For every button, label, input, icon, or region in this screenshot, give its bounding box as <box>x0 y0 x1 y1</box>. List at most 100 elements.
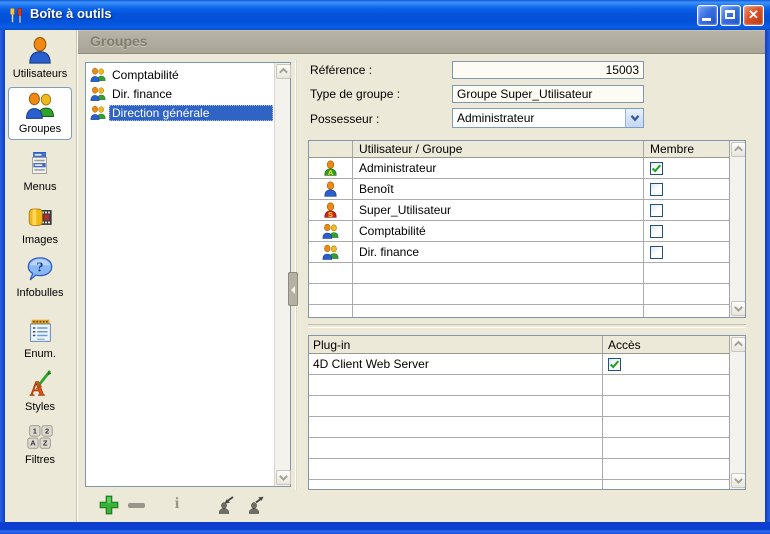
maximize-button[interactable] <box>720 5 741 26</box>
sidebar-item-utilisateurs[interactable]: Utilisateurs <box>8 33 72 80</box>
enumeration-icon <box>25 316 55 346</box>
table-row-empty <box>309 284 745 305</box>
chevron-down-icon <box>277 471 290 484</box>
sidebar-item-label: Images <box>8 234 72 246</box>
user-export-button[interactable] <box>245 494 267 516</box>
chevron-up-icon <box>732 143 745 156</box>
chevron-down-icon <box>732 302 745 315</box>
plugins-table-scrollbar[interactable] <box>729 336 745 489</box>
add-group-button[interactable] <box>98 494 120 516</box>
reference-field[interactable]: 15003 <box>452 61 644 79</box>
group-icon <box>322 244 339 261</box>
group-list-item-selected[interactable]: Direction générale <box>87 103 273 122</box>
svg-text:1: 1 <box>33 426 37 435</box>
user-icon <box>322 181 339 198</box>
owner-label: Possesseur : <box>310 110 379 128</box>
icon-column-header <box>309 141 353 157</box>
table-row-empty <box>309 305 745 318</box>
sidebar-item-label: Utilisateurs <box>8 68 72 80</box>
svg-text:A: A <box>30 439 36 448</box>
splitter-handle[interactable] <box>288 272 298 306</box>
table-row[interactable]: 4D Client Web Server <box>309 354 745 375</box>
tables-divider <box>308 324 746 328</box>
delete-group-button[interactable] <box>126 494 148 516</box>
group-list-item[interactable]: Dir. finance <box>87 84 273 103</box>
sidebar-item-label: Enum. <box>8 348 72 360</box>
table-row-empty <box>309 438 745 459</box>
super-user-icon <box>322 202 339 219</box>
sidebar-item-label: Groupes <box>9 123 71 135</box>
scroll-down-button[interactable] <box>276 470 291 485</box>
plugin-name: 4D Client Web Server <box>309 354 603 374</box>
scroll-down-button[interactable] <box>731 473 746 488</box>
sidebar-item-groupes[interactable]: Groupes <box>8 87 72 140</box>
member-checkbox[interactable] <box>650 225 663 238</box>
toolbox-icon <box>8 7 25 24</box>
info-icon: i <box>166 495 188 513</box>
table-row[interactable]: Administrateur <box>309 158 745 179</box>
sidebar: Utilisateurs Groupes Menus <box>5 30 77 522</box>
group-list-item[interactable]: Comptabilité <box>87 65 273 84</box>
user-import-icon <box>215 494 237 516</box>
group-type-field[interactable]: Groupe Super_Utilisateur <box>452 85 644 103</box>
member-checkbox[interactable] <box>650 246 663 259</box>
sidebar-item-images[interactable]: Images <box>8 199 72 246</box>
user-icon <box>25 36 55 66</box>
owner-dropdown-button[interactable] <box>625 109 643 127</box>
sidebar-item-enum[interactable]: Enum. <box>8 313 72 360</box>
filters-icon: 1 2 A Z <box>25 422 55 452</box>
table-row[interactable]: Benoît <box>309 179 745 200</box>
member-name: Super_Utilisateur <box>353 200 644 220</box>
table-row-empty <box>309 263 745 284</box>
images-icon <box>25 202 55 232</box>
sidebar-item-filtres[interactable]: 1 2 A Z Filtres <box>8 419 72 466</box>
sidebar-item-menus[interactable]: Menus <box>8 146 72 193</box>
group-name: Direction générale <box>109 105 273 121</box>
plugin-column-header: Plug-in <box>309 336 603 353</box>
group-icon <box>90 105 106 121</box>
scroll-down-button[interactable] <box>731 301 746 316</box>
close-icon: ✕ <box>744 7 763 23</box>
scroll-up-button[interactable] <box>731 337 746 352</box>
scroll-up-button[interactable] <box>731 142 746 157</box>
title-bar: Boîte à outils ✕ <box>0 0 770 30</box>
scroll-up-button[interactable] <box>276 64 291 79</box>
close-button[interactable]: ✕ <box>743 5 764 26</box>
name-column-header: Utilisateur / Groupe <box>353 141 644 157</box>
user-import-button[interactable] <box>215 494 237 516</box>
table-row[interactable]: Comptabilité <box>309 221 745 242</box>
access-column-header: Accès <box>603 336 729 353</box>
sidebar-item-infobulles[interactable]: ? Infobulles <box>8 252 72 299</box>
chevron-down-icon <box>628 111 642 125</box>
owner-dropdown[interactable]: Administrateur <box>452 108 644 128</box>
member-name: Dir. finance <box>353 242 644 262</box>
page-title: Groupes <box>90 33 148 49</box>
sidebar-item-styles[interactable]: A Styles <box>8 366 72 413</box>
member-checkbox[interactable] <box>650 183 663 196</box>
tooltip-icon: ? <box>25 255 55 285</box>
sidebar-item-label: Menus <box>8 181 72 193</box>
plugins-table: Plug-in Accès 4D Client Web Server <box>308 335 746 490</box>
member-checkbox[interactable] <box>650 204 663 217</box>
member-column-header: Membre <box>644 141 729 157</box>
plugins-table-header: Plug-in Accès <box>309 336 745 354</box>
members-table-header: Utilisateur / Groupe Membre <box>309 141 745 158</box>
info-button[interactable]: i <box>166 494 188 516</box>
table-row[interactable]: Dir. finance <box>309 242 745 263</box>
table-row-empty <box>309 459 745 480</box>
table-row[interactable]: Super_Utilisateur <box>309 200 745 221</box>
minimize-button[interactable] <box>697 5 718 26</box>
chevron-up-icon <box>732 338 745 351</box>
table-row-empty <box>309 375 745 396</box>
reference-label: Référence : <box>310 61 372 79</box>
members-table-scrollbar[interactable] <box>729 141 745 317</box>
group-list[interactable]: Comptabilité Dir. finance Direction géné… <box>85 62 291 487</box>
remove-icon <box>128 503 145 508</box>
toolbox-window: Boîte à outils ✕ Utilisateurs Groupes <box>0 0 770 534</box>
member-checkbox[interactable] <box>650 162 663 175</box>
group-icon <box>322 223 339 240</box>
members-table: Utilisateur / Groupe Membre Administrate… <box>308 140 746 318</box>
access-checkbox[interactable] <box>608 358 621 371</box>
group-name: Comptabilité <box>109 67 182 83</box>
table-row-empty <box>309 417 745 438</box>
